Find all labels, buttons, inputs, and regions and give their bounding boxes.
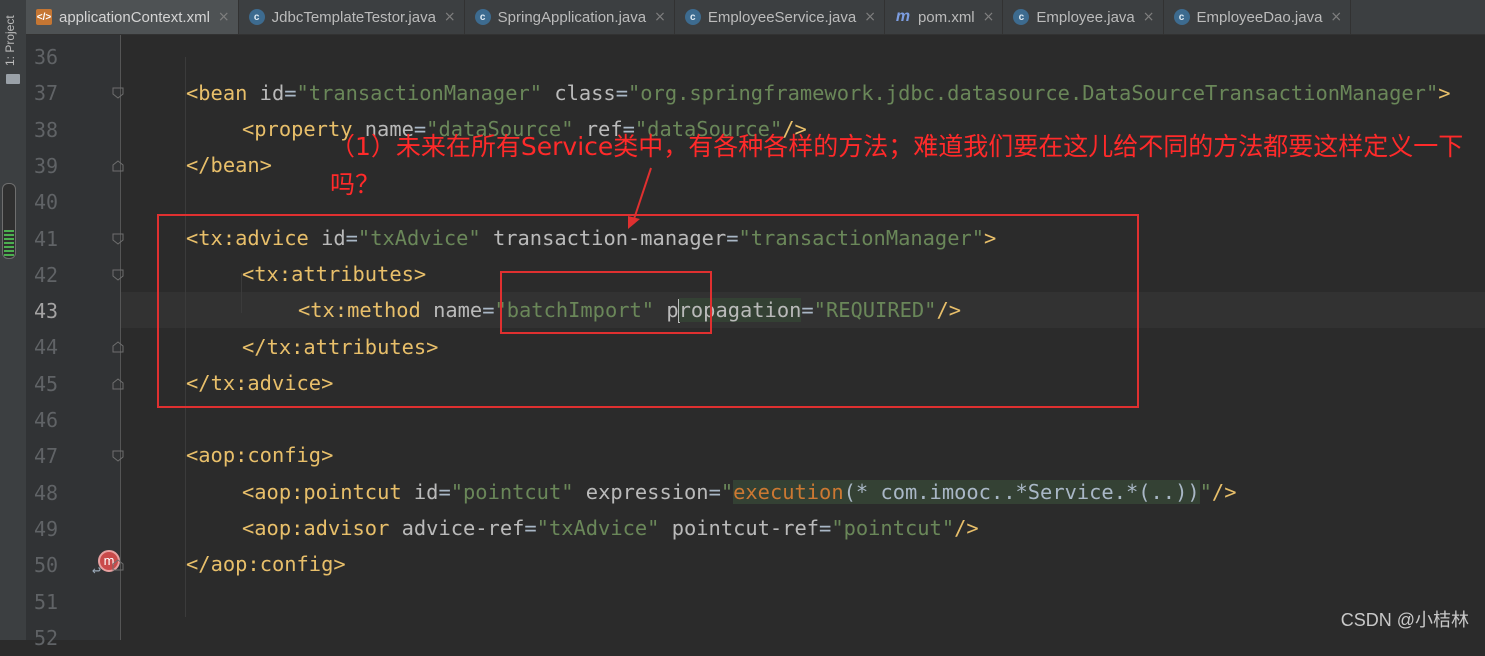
line-number: 48 <box>34 480 59 505</box>
close-tab-icon[interactable]: × <box>1143 9 1155 25</box>
tab-employeedao-java[interactable]: c EmployeeDao.java × <box>1164 0 1352 34</box>
tool-window-strip: 1: Project <box>0 0 27 640</box>
tab-label: Employee.java <box>1036 8 1135 26</box>
java-class-icon: c <box>474 9 491 25</box>
memory-indicator[interactable] <box>2 183 16 259</box>
close-tab-icon[interactable]: × <box>1330 9 1342 25</box>
annotation-text: （1）未来在所有Service类中，有各种各样的方法；难道我们要在这儿给不同的方… <box>330 132 1464 199</box>
java-class-icon: c <box>248 9 265 25</box>
code-line-49[interactable]: <aop:advisor advice-ref="txAdvice" point… <box>242 510 979 546</box>
close-tab-icon[interactable]: × <box>444 9 456 25</box>
java-class-icon: c <box>1013 9 1030 25</box>
line-number: 50 <box>34 553 59 578</box>
tab-label: pom.xml <box>917 8 975 26</box>
line-number: 47 <box>34 444 59 469</box>
memory-fill <box>4 230 14 256</box>
tab-label: EmployeeService.java <box>707 8 857 26</box>
line-number: 52 <box>34 625 59 650</box>
code-line-47[interactable]: <aop:config> <box>186 437 333 473</box>
line-number: 41 <box>34 226 59 251</box>
navigate-arrow-icon[interactable]: ↩ <box>92 561 101 579</box>
close-tab-icon[interactable]: × <box>983 9 995 25</box>
tab-springapplication-java[interactable]: c SpringApplication.java × <box>465 0 675 34</box>
project-tool-window-button[interactable]: 1: Project <box>3 15 17 66</box>
code-line-48[interactable]: <aop:pointcut id="pointcut" expression="… <box>242 474 1236 510</box>
line-number: 49 <box>34 516 59 541</box>
close-tab-icon[interactable]: × <box>864 9 876 25</box>
line-number: 40 <box>34 190 59 215</box>
tab-label: applicationContext.xml <box>59 8 210 26</box>
tab-jdbctemplatetestor-java[interactable]: c JdbcTemplateTestor.java × <box>239 0 465 34</box>
close-tab-icon[interactable]: × <box>218 9 230 25</box>
annotation-box-method-name <box>500 271 712 334</box>
watermark: CSDN @小桔林 <box>1340 610 1469 630</box>
tab-label: SpringApplication.java <box>497 8 647 26</box>
folder-icon <box>6 74 20 84</box>
tab-label: JdbcTemplateTestor.java <box>271 8 436 26</box>
tab-employee-java[interactable]: c Employee.java × <box>1003 0 1164 34</box>
line-number: 46 <box>34 408 59 432</box>
java-class-icon: c <box>1173 9 1190 25</box>
line-number: 36 <box>34 45 59 69</box>
code-line-37[interactable]: <bean id="transactionManager" class="org… <box>186 75 1451 111</box>
line-number: 44 <box>34 335 59 360</box>
tab-label: EmployeeDao.java <box>1196 8 1323 26</box>
line-number: 43 <box>34 299 59 324</box>
line-number: 38 <box>34 117 59 142</box>
line-number: 51 <box>34 589 59 614</box>
line-number: 37 <box>34 81 59 106</box>
line-number-gutter: m ↩ 36 37 38 39 40 41 42 43 44 45 46 47 48 49 50 51 52 <box>26 35 124 650</box>
java-class-icon: c <box>684 9 701 25</box>
tab-pom-xml[interactable]: m pom.xml × <box>885 0 1004 34</box>
line-number: 42 <box>34 262 59 287</box>
line-number: 45 <box>34 371 59 396</box>
maven-icon: m <box>895 8 911 25</box>
editor-tab-bar: </> applicationContext.xml × c JdbcTemplateT… <box>26 0 1485 35</box>
close-tab-icon[interactable]: × <box>654 9 666 25</box>
xml-file-icon: </> <box>36 9 52 25</box>
line-number: 39 <box>34 153 59 178</box>
code-line-39[interactable]: </bean> <box>186 147 272 183</box>
code-line-50[interactable]: </aop:config> <box>186 546 346 582</box>
tab-applicationcontext-xml[interactable]: </> applicationContext.xml × <box>26 0 239 34</box>
tab-employeeservice-java[interactable]: c EmployeeService.java × <box>675 0 885 34</box>
